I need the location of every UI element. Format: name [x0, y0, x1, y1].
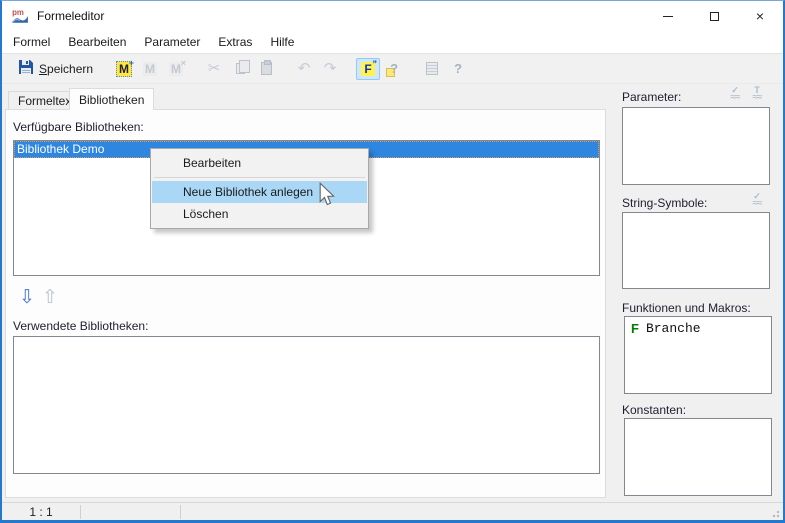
help-topic-icon: ? [390, 61, 398, 76]
menu-item-formel[interactable]: Formel [4, 32, 59, 52]
paste-button[interactable] [254, 58, 278, 80]
status-separator [80, 505, 81, 519]
parameter-text-icon[interactable]: T ≈≈ [748, 86, 766, 102]
status-separator [180, 505, 181, 519]
copy-icon [236, 63, 245, 74]
resize-grip-icon[interactable] [770, 508, 780, 518]
functions-macros-label: Funktionen und Makros: [622, 301, 751, 315]
function-item-branche[interactable]: F Branche [625, 317, 771, 336]
scissors-icon: ✂ [208, 61, 221, 76]
save-button-label: Speichern [39, 62, 93, 76]
copy-button[interactable] [228, 58, 252, 80]
available-libraries-label: Verfügbare Bibliotheken: [13, 120, 144, 134]
function-icon: F [631, 321, 639, 336]
status-bar: 1 : 1 [2, 502, 783, 520]
menu-item-parameter[interactable]: Parameter [135, 32, 209, 52]
context-menu: Bearbeiten Neue Bibliothek anlegen Lösch… [150, 148, 369, 229]
report-icon [426, 62, 438, 75]
constants-label: Konstanten: [622, 403, 686, 417]
parameter-list[interactable] [622, 107, 770, 185]
string-check-icon[interactable]: ✓ ≈≈ [748, 192, 766, 208]
help-button[interactable]: ? [446, 58, 470, 80]
menu-item-bearbeiten[interactable]: Bearbeiten [59, 32, 135, 52]
svg-text:pm: pm [12, 8, 24, 17]
context-menu-separator [154, 177, 365, 178]
app-icon: pm [11, 7, 29, 25]
menu-item-hilfe[interactable]: Hilfe [261, 32, 303, 52]
parameter-check-icon[interactable]: ✓ ≈≈ [726, 86, 744, 102]
paste-icon [261, 62, 272, 75]
window-controls: × [645, 1, 783, 31]
redo-icon: ↷ [324, 61, 337, 76]
move-down-button[interactable]: ⇩ [19, 288, 35, 307]
macro-edit-button[interactable]: M [138, 58, 162, 80]
main-area: Formeltext Bibliotheken Verfügbare Bibli… [2, 84, 783, 502]
functions-macros-list[interactable]: F Branche [624, 316, 772, 394]
maximize-button[interactable] [691, 1, 737, 31]
macro-add-button[interactable]: M + [112, 58, 136, 80]
close-icon: × [756, 9, 764, 23]
minimize-icon [663, 16, 673, 17]
maximize-icon [710, 12, 719, 21]
report-button[interactable] [420, 58, 444, 80]
close-button[interactable]: × [737, 1, 783, 31]
context-menu-item-bearbeiten[interactable]: Bearbeiten [152, 152, 367, 174]
menu-bar: Formel Bearbeiten Parameter Extras Hilfe [2, 31, 783, 53]
save-icon [18, 59, 34, 78]
cut-button[interactable]: ✂ [202, 58, 226, 80]
macro-edit-icon: M [143, 62, 157, 76]
macro-delete-button[interactable]: M × [164, 58, 188, 80]
used-libraries-list[interactable] [13, 336, 600, 474]
parameter-label: Parameter: [622, 90, 681, 104]
undo-icon: ↶ [298, 61, 311, 76]
used-libraries-label: Verwendete Bibliotheken: [13, 319, 148, 333]
zoom-ratio: 1 : 1 [2, 505, 80, 519]
minimize-button[interactable] [645, 1, 691, 31]
tab-bibliotheken[interactable]: Bibliotheken [69, 88, 154, 110]
title-bar: pm Formeleditor × [2, 1, 783, 31]
comment-toggle-button[interactable]: F ” [356, 58, 380, 80]
string-symbols-list[interactable] [622, 212, 770, 289]
move-up-button[interactable]: ⇧ [42, 288, 58, 307]
help-icon: ? [454, 61, 462, 76]
function-name: Branche [646, 321, 701, 336]
save-button[interactable]: Speichern [12, 56, 99, 81]
help-topic-button[interactable]: ? [382, 58, 406, 80]
toolbar: Speichern M + M M × ✂ ↶ ↷ [2, 53, 783, 84]
string-symbols-label: String-Symbole: [622, 196, 707, 210]
undo-button[interactable]: ↶ [292, 58, 316, 80]
mouse-cursor [318, 182, 335, 209]
constants-list[interactable] [624, 418, 772, 496]
menu-item-extras[interactable]: Extras [209, 32, 261, 52]
formeleditor-window: pm Formeleditor × Formel Bearbeiten Para… [0, 0, 785, 523]
redo-button[interactable]: ↷ [318, 58, 342, 80]
window-title: Formeleditor [37, 9, 104, 23]
